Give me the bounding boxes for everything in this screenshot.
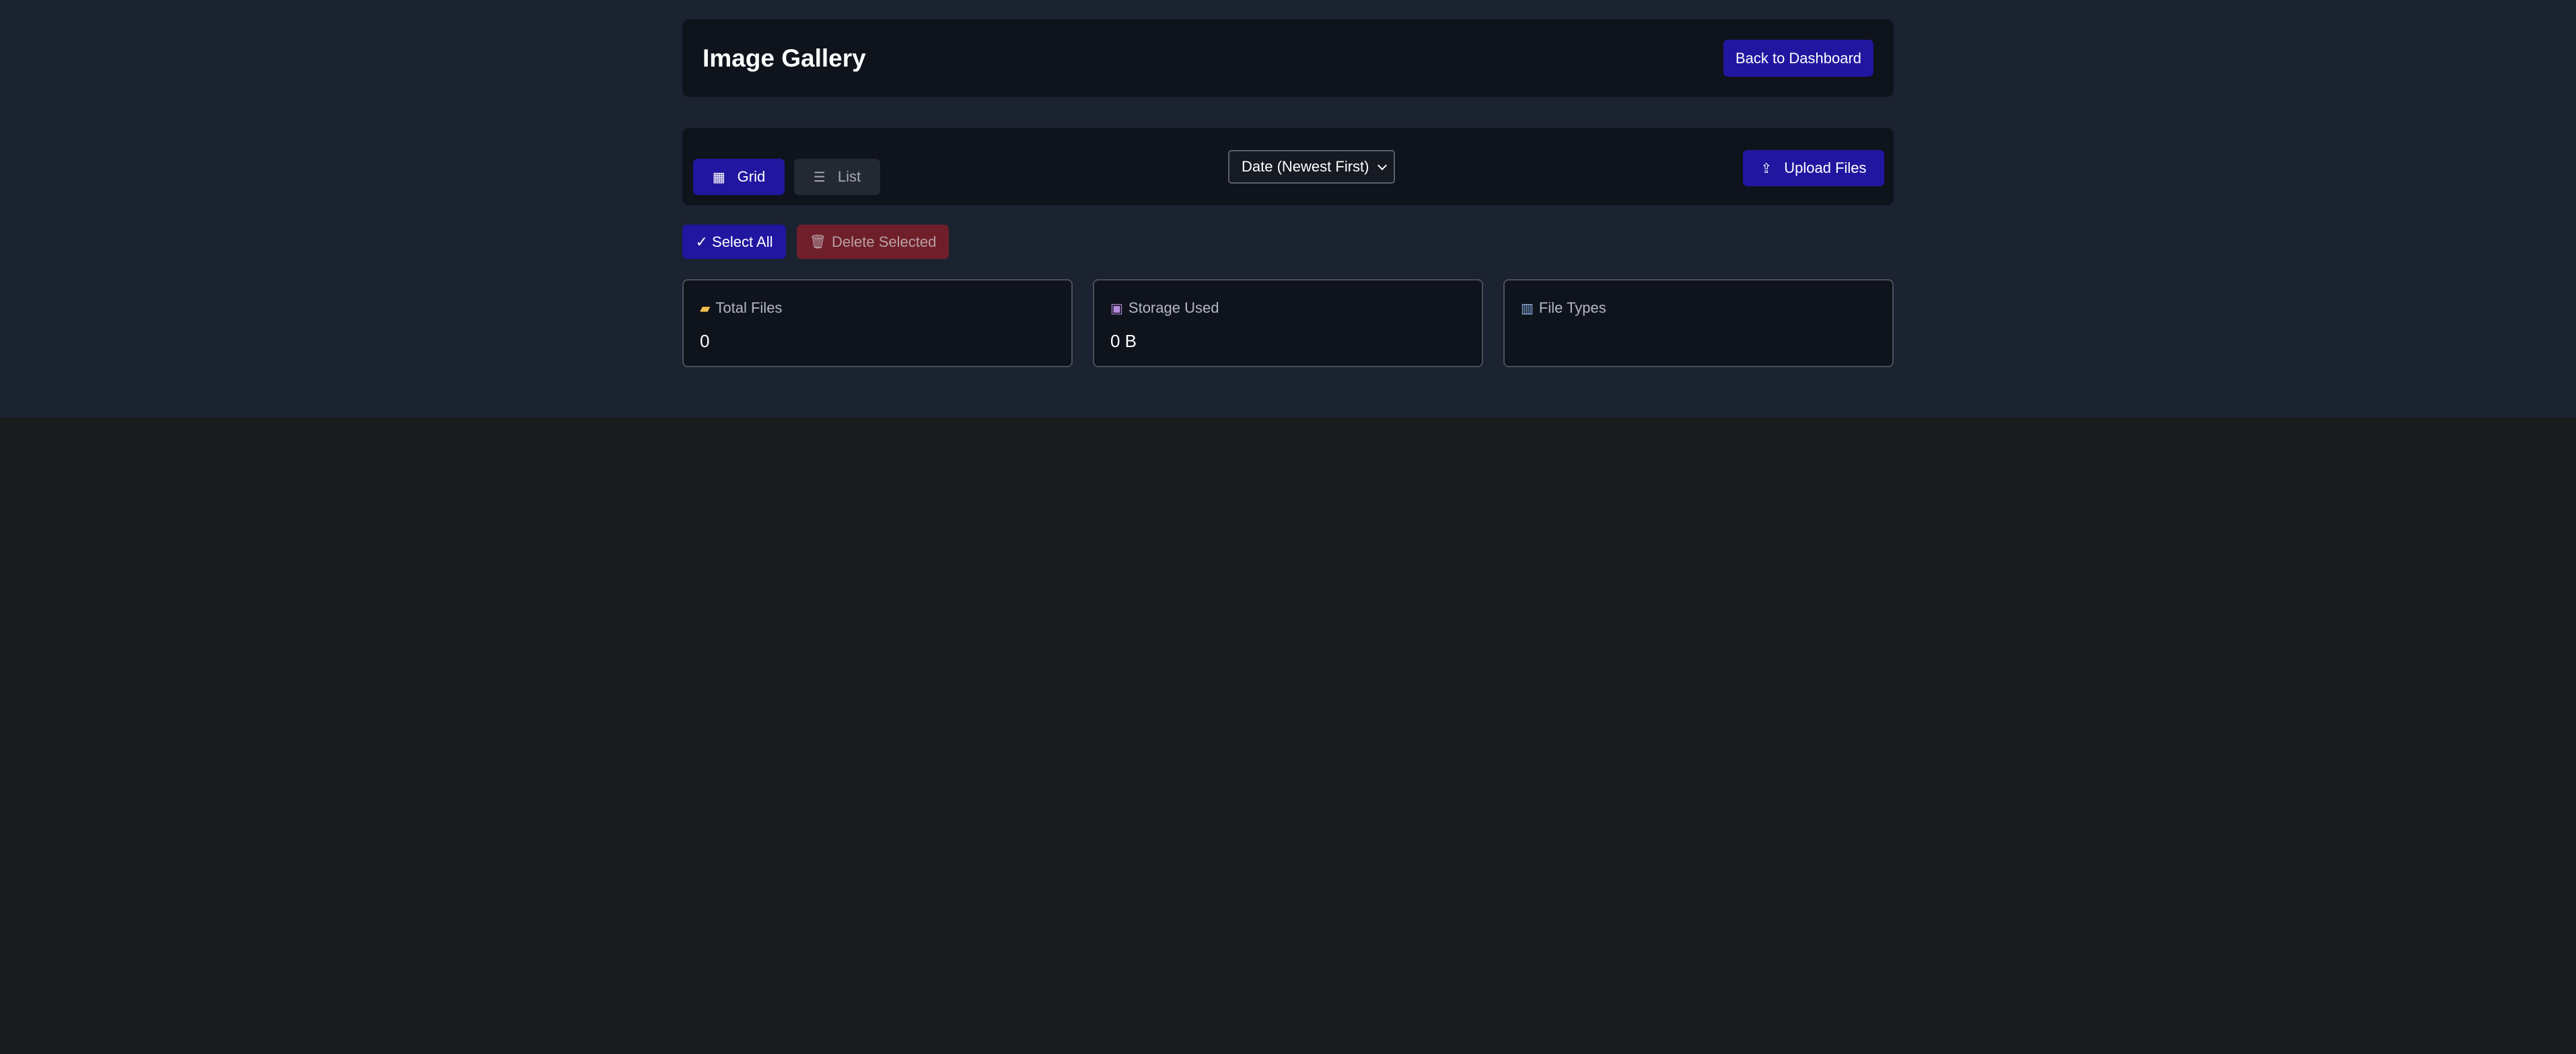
grid-icon: ▦ — [712, 170, 725, 185]
sort-select[interactable]: Date (Newest First) — [1228, 150, 1395, 184]
bar-chart-icon: ▥ — [1521, 301, 1534, 316]
back-to-dashboard-button[interactable]: Back to Dashboard — [1723, 40, 1873, 77]
delete-selected-button[interactable]: 🗑 Delete Selected — [797, 225, 949, 259]
trash-icon: 🗑 — [809, 235, 827, 250]
page-title: Image Gallery — [703, 44, 866, 72]
stat-label-row: ▥ File Types — [1521, 299, 1606, 317]
gallery-toolbar: ▦ Grid ☰ List Date (Newest First) ⇪ Uplo… — [682, 128, 1894, 205]
stat-value: 0 — [700, 331, 710, 351]
stat-label: File Types — [1538, 299, 1606, 316]
stat-card-file-types: ▥ File Types — [1503, 279, 1894, 367]
grid-view-label: Grid — [737, 168, 766, 185]
chevron-down-icon — [1377, 160, 1388, 171]
upload-files-button[interactable]: ⇪ Upload Files — [1743, 150, 1884, 186]
stat-card-storage-used: ▣ Storage Used 0 B — [1093, 279, 1483, 367]
page-header: Image Gallery Back to Dashboard — [682, 20, 1894, 97]
list-view-button[interactable]: ☰ List — [794, 159, 880, 195]
stat-label-row: ▰ Total Files — [700, 299, 782, 317]
stat-label-row: ▣ Storage Used — [1110, 299, 1219, 317]
folder-icon: ▰ — [700, 301, 711, 316]
stat-card-total-files: ▰ Total Files 0 — [682, 279, 1073, 367]
delete-selected-label: Delete Selected — [832, 233, 937, 250]
sort-selected-value: Date (Newest First) — [1242, 158, 1369, 175]
stat-label: Storage Used — [1128, 299, 1219, 316]
list-view-label: List — [837, 168, 861, 185]
upload-files-label: Upload Files — [1784, 159, 1867, 176]
stat-value: 0 B — [1110, 331, 1137, 351]
stat-label: Total Files — [715, 299, 783, 316]
grid-view-button[interactable]: ▦ Grid — [693, 159, 785, 195]
floppy-disk-icon: ▣ — [1110, 301, 1123, 316]
list-icon: ☰ — [813, 170, 826, 185]
upload-icon: ⇪ — [1760, 161, 1773, 176]
select-all-button[interactable]: ✓ Select All — [682, 225, 786, 259]
